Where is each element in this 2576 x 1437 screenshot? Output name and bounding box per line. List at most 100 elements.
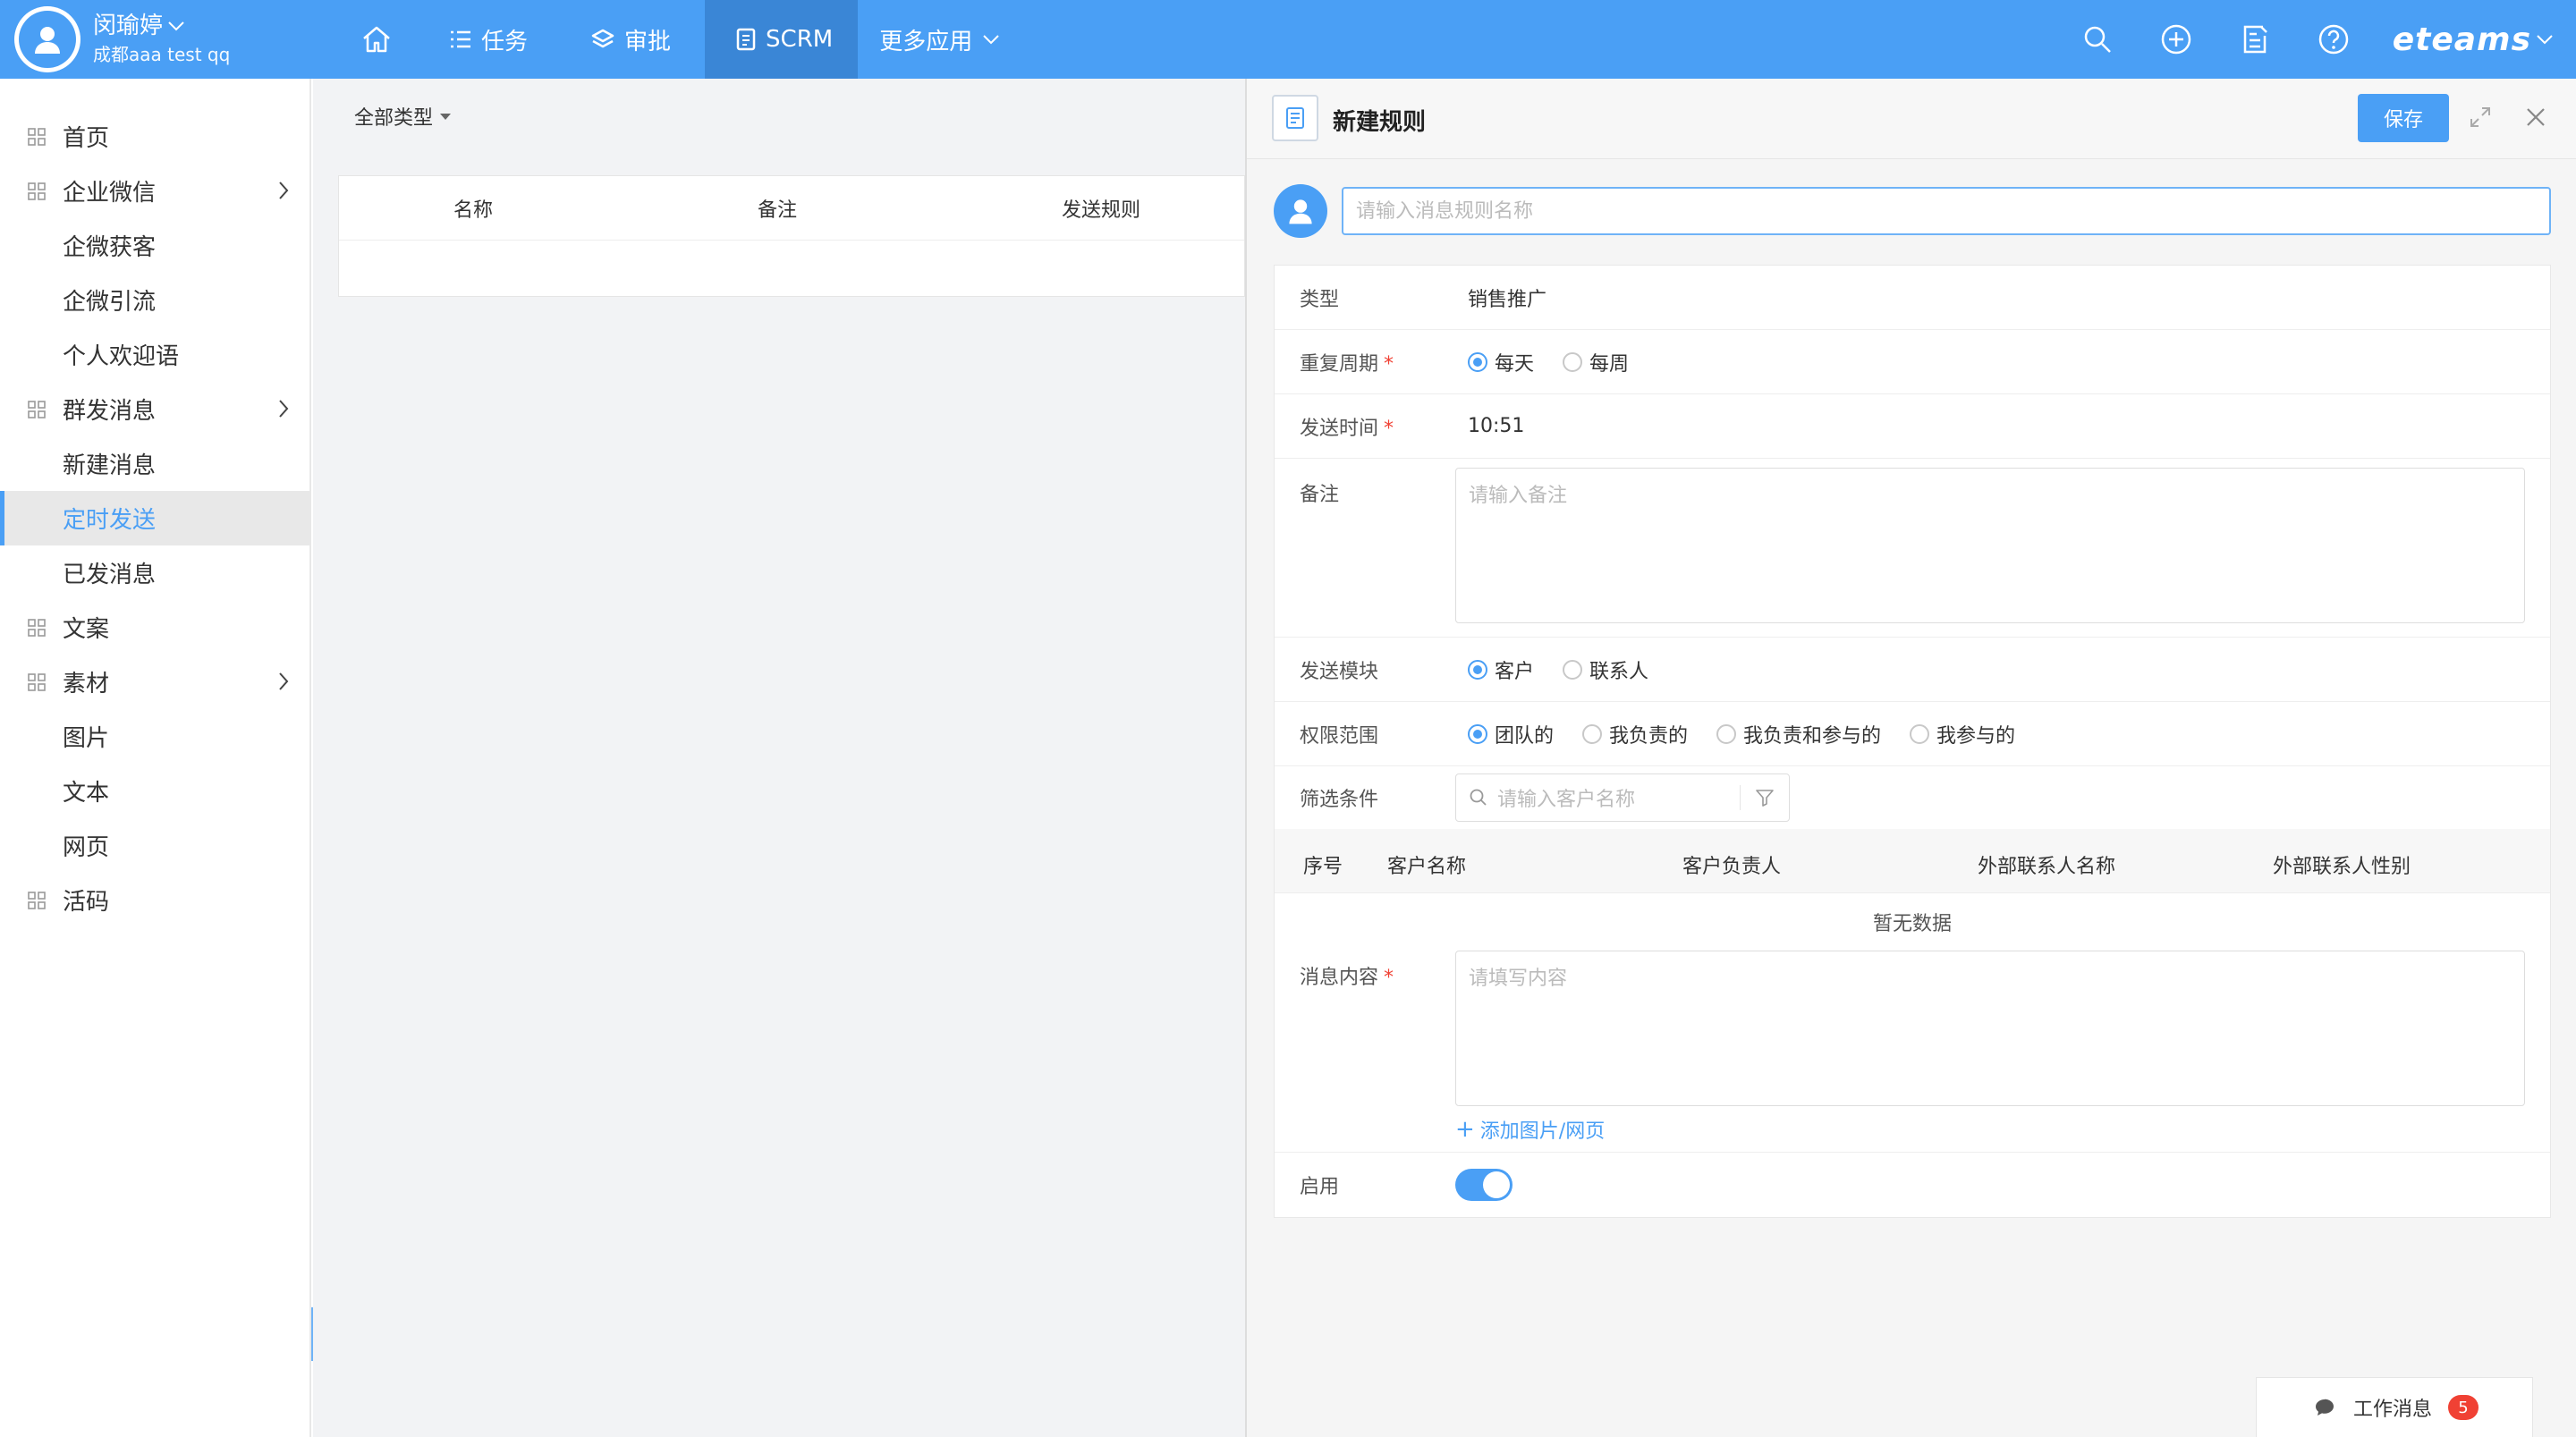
sidebar-item-label: 图片: [63, 725, 110, 752]
sidebar-item-label: 文本: [63, 780, 110, 807]
type-label: 类型: [1300, 288, 1340, 311]
search-icon[interactable]: [2081, 23, 2114, 55]
grid-icon: [28, 618, 46, 637]
sidebar-item-wecom-acquire[interactable]: 企微获客: [0, 218, 309, 273]
type-filter-dropdown[interactable]: 全部类型: [354, 102, 452, 131]
nav-tasks[interactable]: 任务: [428, 0, 569, 79]
nav-tasks-label: 任务: [481, 28, 529, 55]
customer-search-input[interactable]: 请输入客户名称: [1455, 773, 1790, 822]
sidebar-item-new-message[interactable]: 新建消息: [0, 436, 309, 491]
layers-icon: [591, 29, 614, 48]
scope-responsible-participating-radio[interactable]: 我负责和参与的: [1716, 720, 1881, 748]
scope-team-radio[interactable]: 团队的: [1468, 720, 1554, 748]
nav-more-label: 更多应用: [879, 28, 973, 55]
filter-icon[interactable]: [1755, 788, 1775, 807]
main-nav: 任务 审批 SCRM 更多应用: [340, 0, 1031, 79]
sidebar-item-label: 企业微信: [63, 180, 157, 207]
required-mark: *: [1384, 417, 1394, 440]
sidebar-item-wecom-traffic[interactable]: 企微引流: [0, 273, 309, 327]
expand-icon[interactable]: [2469, 106, 2492, 129]
notes-icon[interactable]: [2239, 23, 2271, 55]
panel-title: 新建规则: [1333, 109, 1427, 136]
add-circle-icon[interactable]: [2160, 23, 2192, 55]
user-menu[interactable]: 闵瑜婷 成都aaa test qq: [14, 6, 231, 72]
empty-text: 暂无数据: [1872, 913, 1952, 935]
sidebar-item-home[interactable]: 首页: [0, 109, 309, 164]
required-mark: *: [1384, 352, 1394, 376]
column-header-customer-name: 客户名称: [1387, 856, 1467, 878]
grid-icon: [28, 182, 46, 200]
type-row: 类型 销售推广: [1275, 266, 2550, 330]
nav-approval-label: 审批: [624, 28, 672, 55]
content-textarea[interactable]: 请填写内容: [1455, 951, 2525, 1106]
sidebar-item-wecom[interactable]: 企业微信: [0, 164, 309, 218]
sidebar-item-sent-messages[interactable]: 已发消息: [0, 545, 309, 600]
chevron-down-icon: [168, 21, 184, 31]
chevron-right-icon: [279, 672, 289, 690]
sidebar-item-label: 群发消息: [63, 398, 157, 425]
sidebar-item-materials[interactable]: 素材: [0, 655, 309, 709]
sidebar-item-webpages[interactable]: 网页: [0, 818, 309, 873]
save-button[interactable]: 保存: [2358, 94, 2449, 142]
radio-label: 我参与的: [1936, 724, 2016, 748]
close-icon[interactable]: [2524, 106, 2547, 129]
sidebar-item-images[interactable]: 图片: [0, 709, 309, 764]
module-contact-radio[interactable]: 联系人: [1563, 655, 1648, 684]
add-link-label: 添加图片/网页: [1479, 1120, 1606, 1143]
scope-row: 权限范围 团队的 我负责的 我负责和参与的 我参与的: [1275, 702, 2550, 766]
user-avatar-icon: [19, 11, 76, 68]
type-value[interactable]: 销售推广: [1468, 283, 1546, 312]
scope-participating-radio[interactable]: 我参与的: [1910, 720, 2015, 748]
sidebar-item-welcome[interactable]: 个人欢迎语: [0, 327, 309, 382]
nav-scrm[interactable]: SCRM: [705, 0, 859, 79]
repeat-weekly-radio[interactable]: 每周: [1563, 348, 1629, 376]
help-icon[interactable]: [2318, 23, 2350, 55]
enable-toggle[interactable]: [1455, 1169, 1513, 1201]
rule-table: 名称 备注 发送规则: [338, 175, 1245, 297]
add-image-webpage-link[interactable]: + 添加图片/网页: [1455, 1115, 1605, 1144]
radio-label: 团队的: [1495, 724, 1555, 748]
sidebar-item-copywriting[interactable]: 文案: [0, 600, 309, 655]
type-filter-label: 全部类型: [354, 107, 434, 130]
nav-home[interactable]: [340, 0, 428, 79]
unread-count-badge: 5: [2448, 1395, 2479, 1420]
scope-responsible-radio[interactable]: 我负责的: [1582, 720, 1688, 748]
nav-approval[interactable]: 审批: [569, 0, 705, 79]
remark-textarea[interactable]: 请输入备注: [1455, 468, 2525, 623]
repeat-daily-radio[interactable]: 每天: [1468, 348, 1534, 376]
rule-name-row: [1274, 184, 2551, 238]
sidebar-item-scheduled-send[interactable]: 定时发送: [0, 491, 309, 545]
grid-icon: [28, 891, 46, 909]
sidebar-item-text[interactable]: 文本: [0, 764, 309, 818]
radio-unchecked-icon: [1716, 723, 1737, 744]
column-header-contact-gender: 外部联系人性别: [2273, 856, 2411, 878]
sidebar: 首页 企业微信 企微获客 企微引流 个人欢迎语 群发消息 新建消息 定时发送 已…: [0, 79, 311, 1437]
sidebar-item-label: 网页: [63, 834, 110, 861]
nav-more-apps[interactable]: 更多应用: [858, 0, 1031, 79]
sidebar-item-mass-message[interactable]: 群发消息: [0, 382, 309, 436]
radio-label: 我负责的: [1609, 724, 1689, 748]
rule-list-area: 全部类型 名称 备注 发送规则: [313, 79, 1245, 1437]
grid-icon: [28, 127, 46, 146]
sidebar-item-live-code[interactable]: 活码: [0, 873, 309, 927]
rule-name-input[interactable]: [1342, 187, 2551, 235]
sidebar-item-label: 已发消息: [63, 562, 157, 588]
filter-label: 筛选条件: [1300, 789, 1379, 811]
user-org: 成都aaa test qq: [93, 44, 231, 65]
document-icon: [736, 28, 756, 51]
chat-bubble-icon: [2316, 1399, 2334, 1416]
enable-label: 启用: [1300, 1176, 1340, 1198]
radio-checked-icon: [1468, 659, 1487, 680]
module-customer-radio[interactable]: 客户: [1468, 655, 1534, 684]
work-message-button[interactable]: 工作消息 5: [2256, 1377, 2533, 1437]
send-module-label: 发送模块: [1300, 660, 1379, 683]
brand-logo[interactable]: eteams: [2393, 21, 2555, 58]
send-time-value[interactable]: 10:51: [1468, 415, 1524, 437]
radio-label: 每周: [1589, 352, 1630, 376]
empty-data-text: 暂无数据: [1275, 893, 2550, 951]
brand-name: eteams: [2392, 21, 2531, 58]
send-module-row: 发送模块 客户 联系人: [1275, 638, 2550, 702]
radio-label: 联系人: [1589, 660, 1649, 683]
radio-label: 我负责和参与的: [1743, 724, 1882, 748]
content-placeholder: 请填写内容: [1469, 968, 1568, 990]
